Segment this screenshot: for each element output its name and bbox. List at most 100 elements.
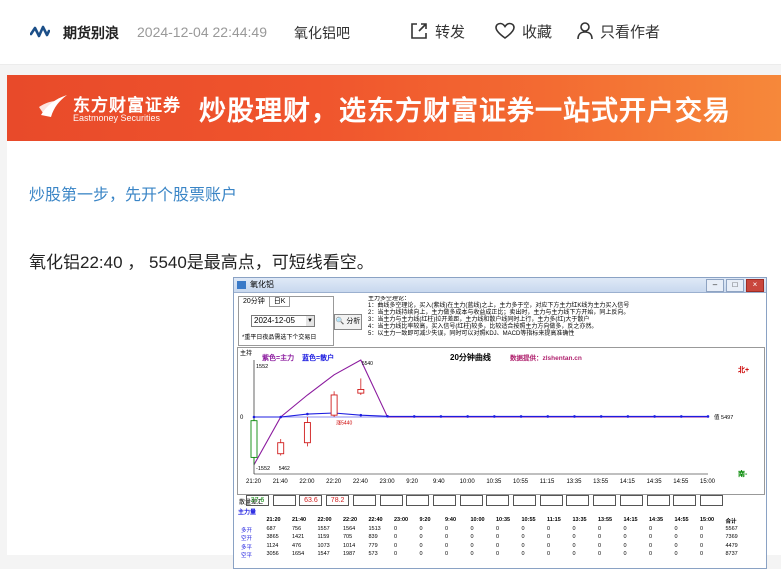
embedded-screenshot: 氧化铝 – □ × 20分钟 日K 2024-12-05 ▼ *重平日夜品需选下… <box>233 277 767 569</box>
right-bottom-label: 南- <box>738 469 748 478</box>
promo-link[interactable]: 炒股第一步，先开个股票账户 <box>29 181 237 205</box>
table-cell: 573 <box>368 551 378 557</box>
table-cell: 0 <box>547 534 551 540</box>
y-label-bottom: -1552 <box>256 466 270 472</box>
table-header-cell: 11:15 <box>547 517 561 523</box>
x-tick-label: 14:35 <box>647 479 663 485</box>
table-cell: 0 <box>419 525 423 532</box>
series-point <box>386 414 389 418</box>
brand-emblem-icon <box>39 95 67 117</box>
table-cell: 0 <box>445 534 449 540</box>
legend-main: 紫色=主力 <box>262 353 294 362</box>
volume-cell <box>513 495 537 506</box>
note-line: 主力多空理论： <box>368 296 411 302</box>
share-icon <box>411 23 427 39</box>
volume-cell: 78.2 <box>326 495 350 506</box>
chart-title: 20分钟曲线 <box>450 352 491 362</box>
table-cell: 0 <box>572 542 576 549</box>
volume-cell <box>619 495 643 506</box>
x-tick-label: 14:55 <box>673 479 689 485</box>
note-line: 3：当主力与主力线(红柱)拉开差距，主力线和散户线同时上行，主力多(红)大于散户 <box>368 317 590 323</box>
post-content: 东方财富证券 Eastmoney Securities 炒股理财，选东方财富证券… <box>7 75 781 569</box>
table-header-cell: 10:00 <box>470 517 485 523</box>
banner-slogan: 炒股理财，选东方财富证券一站式开户交易 <box>199 96 731 126</box>
share-button[interactable]: 转发 <box>409 18 465 44</box>
volume-cell <box>646 495 670 506</box>
right-top-label: 北+ <box>738 365 749 374</box>
table-cell: 0 <box>521 534 525 540</box>
table-cell: 1421 <box>292 534 305 540</box>
table-cell: 0 <box>623 525 627 532</box>
volume-cell <box>700 495 723 506</box>
series-point <box>573 415 576 418</box>
table-cell: 0 <box>496 551 500 557</box>
table-cell: 0 <box>700 542 704 549</box>
ad-banner[interactable]: 东方财富证券 Eastmoney Securities 炒股理财，选东方财富证券… <box>7 75 781 141</box>
favorite-button[interactable]: 收藏 <box>494 18 552 44</box>
table-cell: 0 <box>598 551 602 557</box>
series-point <box>546 415 550 418</box>
table-cell: 空平 <box>241 553 253 559</box>
table-cell: 0 <box>470 542 474 549</box>
chevron-down-icon: ▼ <box>306 316 314 326</box>
post-time: 2024-12-04 22:44:49 <box>137 24 267 40</box>
series-point <box>279 415 283 419</box>
table-cell: 756 <box>292 525 302 532</box>
x-tick-label: 10:55 <box>513 479 529 485</box>
point-label-low: 5462 <box>279 466 290 472</box>
table-cell: 779 <box>368 542 378 549</box>
volume-cell <box>459 495 483 506</box>
table-cell: 7369 <box>725 534 738 540</box>
table-cell: 0 <box>521 542 525 549</box>
table-cell: 0 <box>547 525 551 532</box>
table-cell: 0 <box>623 534 627 540</box>
table-cell: 705 <box>343 534 353 540</box>
table-cell: 0 <box>623 542 627 549</box>
table-header-cell: 21:20 <box>266 517 281 523</box>
table-cell: 空开 <box>241 536 253 542</box>
table-header-cell: 10:55 <box>521 517 536 523</box>
table-header-cell: 22:40 <box>368 517 383 523</box>
tab-20min: 20分钟 <box>239 297 270 307</box>
favorite-label: 收藏 <box>522 23 553 41</box>
table-cell: 1564 <box>343 525 356 532</box>
series-point <box>439 415 443 418</box>
table-header-cell: 9:20 <box>419 517 431 523</box>
series-point <box>306 412 309 416</box>
board-name[interactable]: 氧化铝吧 <box>294 23 350 43</box>
table-header-cell: 14:35 <box>649 517 664 523</box>
table-cell: 0 <box>572 534 576 540</box>
table-cell: 0 <box>700 534 704 540</box>
post-body-text: 氧化铝22:40 ， 5540是最高点，可短线看空。 <box>29 253 374 272</box>
user-icon <box>577 22 593 40</box>
app-icon <box>237 281 246 289</box>
note-line: 2：当主力线持续向上，主力做多成本与收益成正比；卖出时，主力与主力线下方开始，同… <box>368 310 630 316</box>
table-cell: 0 <box>649 542 653 549</box>
candle-body <box>277 442 285 455</box>
volume-cell <box>272 495 296 506</box>
table-cell: 多平 <box>241 544 253 551</box>
table-cell: 0 <box>394 551 398 557</box>
table-cell: 0 <box>598 534 602 540</box>
volume-cell <box>352 495 376 506</box>
table-cell: 687 <box>266 525 276 532</box>
search-icon: 🔍 <box>335 318 345 325</box>
forum-name[interactable]: 期货别浪 <box>63 23 119 43</box>
table-cell: 0 <box>394 534 398 540</box>
volume-cell: 37.6 <box>246 495 269 506</box>
candle-body <box>330 394 338 416</box>
table-cell: 0 <box>623 551 627 557</box>
x-tick-label: 11:15 <box>540 479 555 485</box>
series-line-1 <box>254 412 708 418</box>
series-line-0 <box>253 359 708 465</box>
series-point <box>706 415 710 418</box>
table-header-cell: 14:15 <box>623 517 638 523</box>
main-volume-table: 主力量 21:20 21:40 22:00 22:20 22:40 23:00 9:20 9:… <box>237 507 763 567</box>
table-cell: 0 <box>445 525 449 532</box>
heart-icon <box>495 22 515 39</box>
table-cell: 1124 <box>266 542 279 549</box>
table-cell: 1557 <box>317 525 330 532</box>
table-header-cell: 14:55 <box>674 517 689 523</box>
volume-cell <box>486 495 510 506</box>
author-only-button[interactable]: 只看作者 <box>576 18 660 44</box>
